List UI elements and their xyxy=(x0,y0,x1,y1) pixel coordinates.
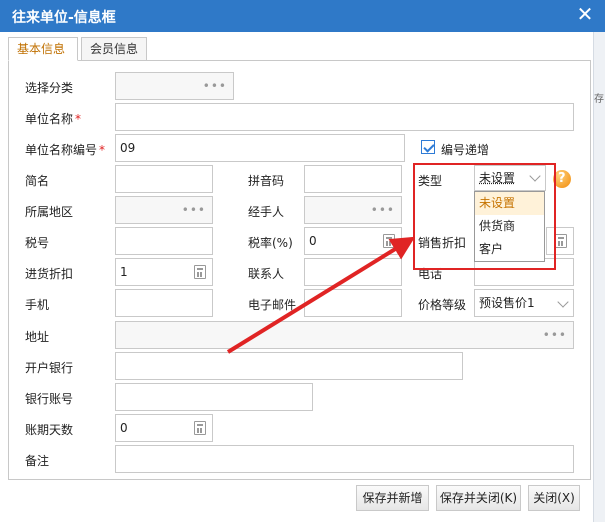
annotation-arrow xyxy=(226,236,416,354)
